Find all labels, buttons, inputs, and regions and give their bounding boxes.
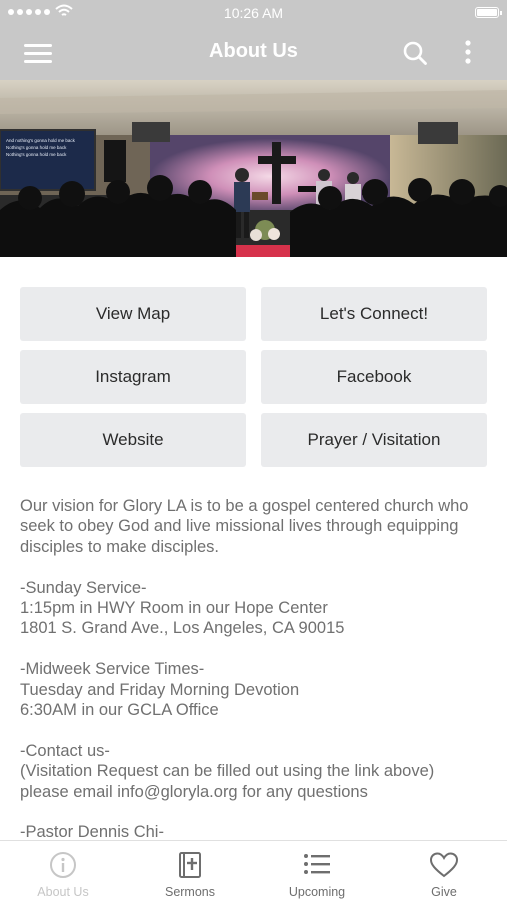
tab-sermons[interactable]: Sermons — [127, 841, 253, 901]
status-time: 10:26 AM — [223, 5, 284, 21]
church-stage-photo: And nothing's gonna hold me back Nothing… — [0, 80, 507, 257]
tab-about-us[interactable]: About Us — [0, 841, 126, 901]
tab-about-us-label: About Us — [37, 885, 89, 899]
page-title: About Us — [209, 40, 298, 62]
search-icon[interactable] — [402, 40, 428, 66]
info-icon — [50, 852, 76, 878]
tab-upcoming-label: Upcoming — [288, 885, 346, 899]
nav-bar: About Us — [0, 26, 507, 80]
vision-statement: Our vision for Glory LA is to be a gospe… — [20, 497, 469, 556]
sunday-service-section: -Sunday Service- 1:15pm in HWY Room in o… — [20, 578, 490, 639]
bible-icon — [179, 852, 201, 878]
contact-note: (Visitation Request can be filled out us… — [20, 762, 435, 781]
midweek-service-heading: -Midweek Service Times- — [20, 660, 205, 679]
lets-connect-button[interactable]: Let's Connect! — [261, 287, 487, 341]
view-map-button[interactable]: View Map — [20, 287, 246, 341]
about-description: Our vision for Glory LA is to be a gospe… — [20, 496, 490, 863]
sunday-service-heading: -Sunday Service- — [20, 578, 147, 597]
sunday-service-time: 1:15pm in HWY Room in our Hope Center — [20, 599, 328, 618]
prayer-visitation-button[interactable]: Prayer / Visitation — [261, 413, 487, 467]
tab-give-label: Give — [431, 885, 457, 899]
tab-give[interactable]: Give — [381, 841, 507, 901]
sunday-service-address: 1801 S. Grand Ave., Los Angeles, CA 9001… — [20, 619, 345, 638]
heart-icon — [429, 852, 459, 878]
screen-lyric-2: Nothing's gonna hold me back — [6, 145, 67, 150]
screen-lyric-1: And nothing's gonna hold me back — [6, 138, 76, 143]
contact-email: please email info@gloryla.org for any qu… — [20, 782, 368, 801]
tab-upcoming[interactable]: Upcoming — [254, 841, 380, 901]
midweek-service-days: Tuesday and Friday Morning Devotion — [20, 680, 300, 699]
facebook-button[interactable]: Facebook — [261, 350, 487, 404]
instagram-button[interactable]: Instagram — [20, 350, 246, 404]
list-icon — [304, 854, 330, 874]
contact-section: -Contact us- (Visitation Request can be … — [20, 741, 490, 802]
status-bar: 10:26 AM — [0, 0, 507, 26]
tab-sermons-label: Sermons — [164, 885, 216, 899]
midweek-service-time: 6:30AM in our GCLA Office — [20, 701, 219, 720]
battery-icon — [475, 7, 502, 18]
website-button[interactable]: Website — [20, 413, 246, 467]
midweek-service-section: -Midweek Service Times- Tuesday and Frid… — [20, 659, 490, 720]
more-options-icon[interactable] — [458, 38, 478, 68]
pastor-heading: -Pastor Dennis Chi- — [20, 823, 164, 842]
tab-bar: About Us Sermons Upcoming Give — [0, 840, 507, 901]
contact-heading: -Contact us- — [20, 741, 110, 760]
screen-lyric-3: Nothing's gonna hold me back — [6, 152, 67, 157]
